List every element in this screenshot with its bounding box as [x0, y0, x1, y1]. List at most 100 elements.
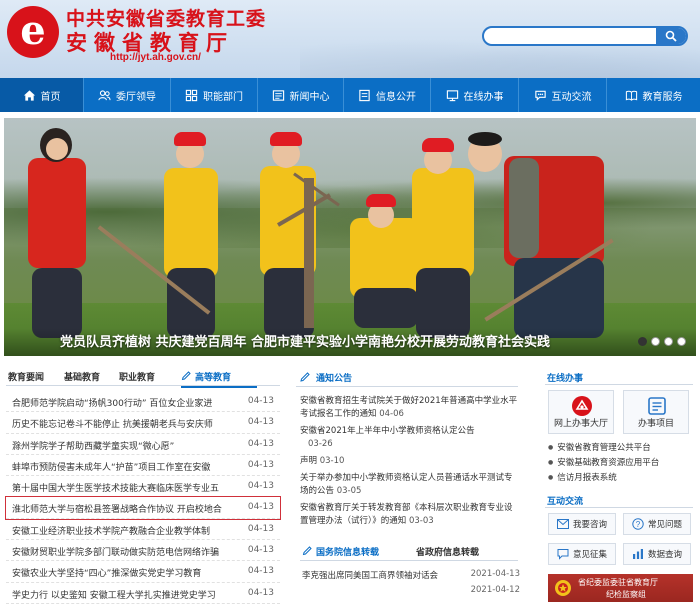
online-hall-button[interactable]: 网上办事大厅 [548, 390, 614, 434]
nav-item-news[interactable]: 新闻中心 [258, 78, 344, 112]
home-icon [23, 89, 35, 101]
search-box [482, 26, 688, 46]
notice-title[interactable]: 安徽省教育厅关于转发教育部《本科层次职业教育专业设置管理办法（试行）》的通知 [300, 503, 513, 526]
nav-item-services[interactable]: 教育服务 [607, 78, 700, 112]
list-item[interactable]: 2021-04-12 [300, 583, 520, 599]
notice-title[interactable]: 安徽省教育招生考试院关于做好2021年普通高中学业水平考试报名工作的通知 [300, 396, 517, 419]
nav-label: 教育服务 [642, 91, 683, 103]
list-item[interactable]: 李克强出席同美国工商界领袖对话会 2021-04-13 [300, 567, 520, 583]
news-title[interactable]: 安徽农业大学坚持“四心”推深做实党史学习教育 [12, 566, 222, 579]
chat-icon [534, 90, 546, 101]
nav-item-leaders[interactable]: 委厅领导 [84, 78, 171, 112]
notices-title-label: 通知公告 [316, 374, 353, 384]
data-query-button[interactable]: 数据查询 [623, 543, 691, 565]
online-hall-label: 网上办事大厅 [553, 419, 608, 429]
notices-header: 通知公告 [296, 369, 518, 387]
notice-title[interactable]: 关于举办参加中小学教师资格认定人员普通话水平测试专场的公告 [300, 473, 513, 496]
notice-date: 03-03 [408, 516, 434, 526]
emblem-icon [555, 580, 571, 596]
hero-banner[interactable]: 党员队员齐植树 共庆建党百周年 合肥市建平实验小学南艳分校开展劳动教育社会实践 [4, 118, 696, 356]
list-item-highlighted[interactable]: 淮北师范大学与宿松县签署战略合作协议 开启校地合 04-13 [5, 496, 281, 520]
list-item[interactable]: 历史不能忘记卷斗不能停止 抗美援朝老兵与安庆师 04-13 [6, 412, 280, 434]
interact-title[interactable]: 互动交流 [547, 494, 583, 507]
nav-item-interact[interactable]: 互动交流 [519, 78, 607, 112]
nav-item-online[interactable]: 在线办事 [431, 78, 519, 112]
interact-header: 互动交流 [545, 492, 693, 508]
data-query-label: 数据查询 [647, 550, 682, 560]
list-item[interactable]: 安徽省教育厅关于转发教育部《本科层次职业教育专业设置管理办法（试行）》的通知 0… [300, 502, 518, 528]
banner-dot[interactable] [677, 337, 686, 346]
data-icon [632, 549, 643, 559]
list-item[interactable]: 滁州学院学子帮助西藏学童实现“微心愿” 04-13 [6, 434, 280, 455]
tab-vocational-education[interactable]: 职业教育 [119, 370, 155, 383]
banner-dot[interactable] [664, 337, 673, 346]
search-input[interactable] [492, 28, 652, 44]
nav-label: 委厅领导 [116, 91, 156, 103]
consult-button[interactable]: 我要咨询 [548, 513, 616, 535]
list-item[interactable]: 安徽财贸职业学院多部门联动做实防范电信网络诈骗 04-13 [6, 540, 280, 562]
news-title[interactable]: 安徽工业经济职业技术学院产教融合企业教学体制 [12, 524, 222, 537]
service-link[interactable]: 安徽基础教育资源应用平台 [548, 456, 693, 471]
tab-provincial-government[interactable]: 省政府信息转载 [416, 545, 479, 558]
notice-date: 03-10 [319, 456, 345, 466]
news-date: 04-13 [247, 417, 274, 428]
nav-item-departments[interactable]: 职能部门 [171, 78, 258, 112]
news-title[interactable]: 淮北师范大学与宿松县签署战略合作协议 开启校地合 [12, 502, 222, 515]
list-item[interactable]: 安徽农业大学坚持“四心”推深做实党史学习教育 04-13 [6, 561, 280, 583]
notices-title[interactable]: 通知公告 [300, 371, 353, 384]
doc-icon [359, 89, 370, 101]
pencil-icon [300, 372, 310, 382]
site-url[interactable]: http://jyt.ah.gov.cn/ [110, 52, 201, 63]
list-item[interactable]: 蚌埠市预防侵害未成年人“护苗”项目工作室在安徽 04-13 [6, 455, 280, 477]
faq-label: 常见问题 [647, 520, 682, 530]
notice-date: 03-26 [308, 439, 333, 449]
tab-state-council[interactable]: 国务院信息转载 [302, 545, 379, 558]
nav-item-home[interactable]: 首页 [0, 78, 84, 112]
service-items-button[interactable]: 办事项目 [623, 390, 689, 434]
tab-higher-education[interactable]: 高等教育 [181, 370, 257, 388]
tab-education-news[interactable]: 教育要闻 [8, 370, 44, 383]
list-item[interactable]: 关于举办参加中小学教师资格认定人员普通话水平测试专场的公告 03-05 [300, 472, 518, 498]
service-icon [446, 89, 458, 101]
news-title[interactable]: 第十届中国大学生医学技术技能大赛临床医学专业五 [12, 481, 222, 494]
nav-label: 信息公开 [376, 91, 416, 103]
news-title[interactable]: 历史不能忘记卷斗不能停止 抗美援朝老兵与安庆师 [12, 417, 222, 430]
tab-active-underline [181, 386, 257, 388]
banner-dot-active[interactable] [638, 337, 647, 346]
list-item[interactable]: 安徽省2021年上半年中小学教师资格认定公告 03-26 [300, 425, 518, 451]
notice-date: 04-06 [379, 409, 404, 419]
search-button[interactable] [656, 28, 686, 44]
list-item[interactable]: 学史力行 以史鉴知 安徽工程大学扎实推进党史学习 04-13 [6, 583, 280, 604]
site-logo[interactable]: e [7, 6, 59, 58]
discipline-inspection-banner[interactable]: 省纪委监委驻省教育厅 纪检监察组 [548, 574, 693, 602]
online-service-title[interactable]: 在线办事 [547, 371, 583, 384]
banner-line2: 纪检监察组 [606, 590, 646, 599]
hall-icon [572, 396, 592, 416]
nav-item-info[interactable]: 信息公开 [344, 78, 431, 112]
list-item[interactable]: 合肥师范学院启动“扬帆300行动” 百位女企业家进 04-13 [6, 391, 280, 413]
opinion-button[interactable]: 意见征集 [548, 543, 616, 565]
banner-pagination [638, 337, 686, 346]
notice-title[interactable]: 声明 [300, 456, 317, 466]
banner-dot[interactable] [651, 337, 660, 346]
policy-title[interactable]: 李克强出席同美国工商界领袖对话会 [302, 569, 452, 581]
news-title[interactable]: 合肥师范学院启动“扬帆300行动” 百位女企业家进 [12, 396, 222, 409]
nav-label: 互动交流 [551, 91, 592, 103]
service-link[interactable]: 安徽省教育管理公共平台 [548, 441, 693, 456]
tab-basic-education[interactable]: 基础教育 [64, 370, 100, 383]
notice-title[interactable]: 安徽省2021年上半年中小学教师资格认定公告 [300, 426, 475, 436]
news-title[interactable]: 蚌埠市预防侵害未成年人“护苗”项目工作室在安徽 [12, 460, 222, 473]
news-title[interactable]: 学史力行 以史鉴知 安徽工程大学扎实推进党史学习 [12, 588, 222, 601]
service-link[interactable]: 信访月报表系统 [548, 471, 693, 486]
list-item[interactable]: 安徽省教育招生考试院关于做好2021年普通高中学业水平考试报名工作的通知 04-… [300, 395, 518, 421]
faq-button[interactable]: ? 常见问题 [623, 513, 691, 535]
banner-caption[interactable]: 党员队员齐植树 共庆建党百周年 合肥市建平实验小学南艳分校开展劳动教育社会实践 [60, 331, 550, 350]
news-title[interactable]: 安徽财贸职业学院多部门联动做实防范电信网络诈骗 [12, 545, 222, 558]
news-title[interactable]: 滁州学院学子帮助西藏学童实现“微心愿” [12, 439, 222, 452]
list-item[interactable]: 声明 03-10 [300, 455, 518, 468]
list-item[interactable]: 安徽工业经济职业技术学院产教融合企业教学体制 04-13 [6, 519, 280, 541]
list-item[interactable]: 第十届中国大学生医学技术技能大赛临床医学专业五 04-13 [6, 476, 280, 498]
grid-icon [185, 89, 198, 101]
tab-label: 高等教育 [195, 373, 232, 383]
nav-label: 在线办事 [463, 91, 504, 103]
